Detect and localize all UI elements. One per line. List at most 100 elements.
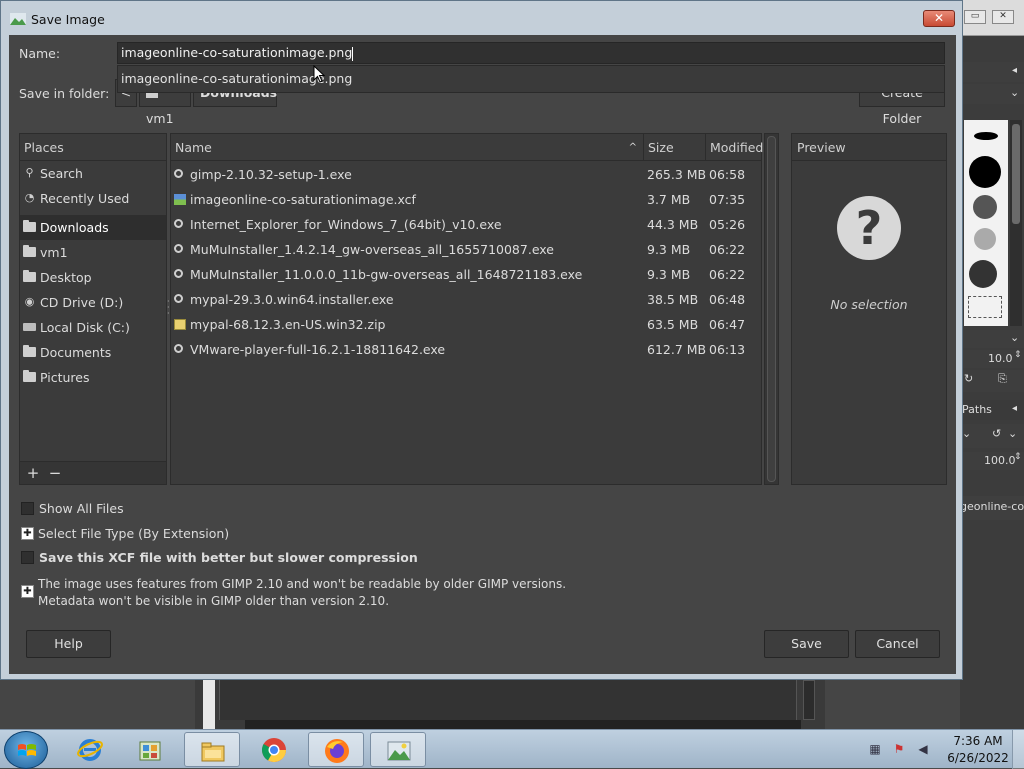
file-modified: 05:26 xyxy=(709,217,746,232)
brush-thumbnail[interactable] xyxy=(973,195,997,219)
folder-icon xyxy=(23,245,36,258)
sidebar-item-desktop[interactable]: Desktop xyxy=(20,265,166,290)
compatibility-info-expander[interactable] xyxy=(21,585,34,598)
column-header-name[interactable]: Name ^ xyxy=(171,134,644,161)
taskbar-sandbox-app[interactable] xyxy=(122,732,178,767)
tab-menu-icon[interactable]: ◂ xyxy=(1012,65,1017,76)
help-button[interactable]: Help xyxy=(26,630,111,658)
file-row[interactable]: MuMuInstaller_11.0.0.0_11b-gw-overseas_a… xyxy=(171,262,761,287)
file-row[interactable]: MuMuInstaller_1.4.2.14_gw-overseas_all_1… xyxy=(171,237,761,262)
sidebar-item-vm1[interactable]: vm1 xyxy=(20,240,166,265)
opacity-value[interactable]: 100.0 xyxy=(984,454,1016,467)
system-tray: ▦ ⚑ ◀ 7:36 AM 6/26/2022 xyxy=(864,730,1024,769)
restore-window-button[interactable]: ▭ xyxy=(964,10,986,24)
opacity-row: 100.0 ⇕ xyxy=(960,452,1024,470)
chevron-down-icon[interactable]: ⌄ xyxy=(1010,86,1019,99)
taskbar-chrome[interactable] xyxy=(246,732,302,767)
remove-bookmark-button[interactable]: − xyxy=(46,464,64,482)
show-all-files-checkbox[interactable] xyxy=(21,502,34,515)
action-center-flag-icon[interactable]: ⚑ xyxy=(892,742,906,756)
volume-icon[interactable]: ◀ xyxy=(916,742,930,756)
executable-icon xyxy=(174,344,183,353)
file-row[interactable]: VMware-player-full-16.2.1-18811642.exe 6… xyxy=(171,337,761,362)
file-row[interactable]: Internet_Explorer_for_Windows_7_(64bit)_… xyxy=(171,212,761,237)
cancel-button[interactable]: Cancel xyxy=(855,630,940,658)
taskbar-gimp[interactable] xyxy=(370,732,426,767)
dialog-close-button[interactable]: ✕ xyxy=(923,10,955,27)
file-name: mypal-68.12.3.en-US.win32.zip xyxy=(190,317,386,332)
file-row[interactable]: imageonline-co-saturationimage.xcf 3.7 M… xyxy=(171,187,761,212)
scroll-thumb[interactable] xyxy=(1012,124,1020,224)
network-icon[interactable]: ▦ xyxy=(868,742,882,756)
close-window-button[interactable]: ✕ xyxy=(992,10,1014,24)
file-list-scrollbar[interactable] xyxy=(764,133,779,485)
clock-time[interactable]: 7:36 AM xyxy=(948,734,1008,748)
sidebar-item-pictures[interactable]: Pictures xyxy=(20,365,166,390)
filename-input[interactable]: imageonline-co-saturationimage.png xyxy=(117,42,945,64)
canvas-horizontal-scrollbar[interactable] xyxy=(245,720,801,729)
brush-list-scrollbar[interactable] xyxy=(1010,120,1022,326)
spin-arrows-icon[interactable]: ⇕ xyxy=(1014,452,1022,462)
column-header-modified[interactable]: Modified xyxy=(706,134,763,161)
chevron-down-icon[interactable]: ⌄ xyxy=(1008,427,1017,440)
add-bookmark-button[interactable]: + xyxy=(24,464,42,482)
compression-checkbox[interactable] xyxy=(21,551,34,564)
file-row[interactable]: gimp-2.10.32-setup-1.exe 265.3 MB 06:58 xyxy=(171,162,761,187)
refresh-icon[interactable]: ↻ xyxy=(964,372,973,385)
taskbar-file-explorer[interactable] xyxy=(184,732,240,767)
select-file-type-expander[interactable] xyxy=(21,527,34,540)
compression-label[interactable]: Save this XCF file with better but slowe… xyxy=(39,550,418,565)
sidebar-item-recently-used[interactable]: ◔ Recently Used xyxy=(20,186,166,211)
spin-arrows-icon[interactable]: ⇕ xyxy=(1014,350,1022,360)
sidebar-item-local-disk[interactable]: Local Disk (C:) xyxy=(20,315,166,340)
file-size: 9.3 MB xyxy=(647,267,691,282)
tab-paths[interactable]: Paths xyxy=(962,403,992,416)
column-header-size[interactable]: Size xyxy=(644,134,706,161)
places-header: Places xyxy=(20,134,166,161)
image-canvas[interactable] xyxy=(219,680,797,720)
brush-thumbnail[interactable] xyxy=(974,132,998,140)
taskbar-internet-explorer[interactable] xyxy=(62,732,118,767)
file-modified: 06:13 xyxy=(709,342,746,357)
file-row[interactable]: mypal-68.12.3.en-US.win32.zip 63.5 MB 06… xyxy=(171,312,761,337)
sidebar-item-downloads[interactable]: Downloads xyxy=(20,215,166,240)
dialog-title: Save Image xyxy=(31,12,105,27)
clipboard-icon[interactable]: ⎘ xyxy=(998,372,1007,386)
brush-thumbnail[interactable] xyxy=(968,296,1002,318)
sidebar-item-documents[interactable]: Documents xyxy=(20,340,166,365)
sidebar-item-label: vm1 xyxy=(40,245,68,260)
brush-thumbnail[interactable] xyxy=(974,228,996,250)
executable-icon xyxy=(174,294,183,303)
executable-icon xyxy=(174,219,183,228)
dialog-titlebar[interactable]: Save Image ✕ xyxy=(1,1,962,35)
tab-menu-icon[interactable]: ◂ xyxy=(1012,403,1017,414)
taskbar-firefox[interactable] xyxy=(308,732,364,767)
show-all-files-label[interactable]: Show All Files xyxy=(39,501,124,516)
file-row[interactable]: mypal-29.3.0.win64.installer.exe 38.5 MB… xyxy=(171,287,761,312)
sidebar-item-cd-drive[interactable]: ◉ CD Drive (D:) xyxy=(20,290,166,315)
file-size: 44.3 MB xyxy=(647,217,699,232)
show-desktop-button[interactable] xyxy=(1012,730,1024,769)
sidebar-item-search[interactable]: ⚲ Search xyxy=(20,161,166,186)
undo-icon[interactable]: ↺ xyxy=(992,427,1001,440)
chevron-down-icon[interactable]: ⌄ xyxy=(962,427,971,440)
clock-date[interactable]: 6/26/2022 xyxy=(944,751,1012,765)
file-name: gimp-2.10.32-setup-1.exe xyxy=(190,167,352,182)
file-size: 9.3 MB xyxy=(647,242,691,257)
chevron-down-icon[interactable]: ⌄ xyxy=(1010,331,1019,344)
save-button[interactable]: Save xyxy=(764,630,849,658)
brush-thumbnail[interactable] xyxy=(969,156,1001,188)
vertical-ruler xyxy=(203,680,215,729)
select-file-type-label[interactable]: Select File Type (By Extension) xyxy=(38,526,229,541)
brush-thumbnail[interactable] xyxy=(969,260,997,288)
start-button[interactable] xyxy=(4,731,48,769)
dialog-body: Name: imageonline-co-saturationimage.png… xyxy=(9,35,956,674)
clock-icon: ◔ xyxy=(24,191,35,204)
canvas-vertical-scrollbar[interactable] xyxy=(803,680,815,720)
windows-logo-icon xyxy=(18,744,36,756)
scroll-thumb[interactable] xyxy=(767,136,776,482)
brush-preview-list[interactable] xyxy=(964,120,1008,326)
filename-autocomplete-popup[interactable]: imageonline-co-saturationimage.png xyxy=(117,65,945,93)
layer-list-item[interactable]: geonline-co-s xyxy=(960,496,1024,520)
brush-size-value[interactable]: 10.0 xyxy=(988,352,1013,365)
